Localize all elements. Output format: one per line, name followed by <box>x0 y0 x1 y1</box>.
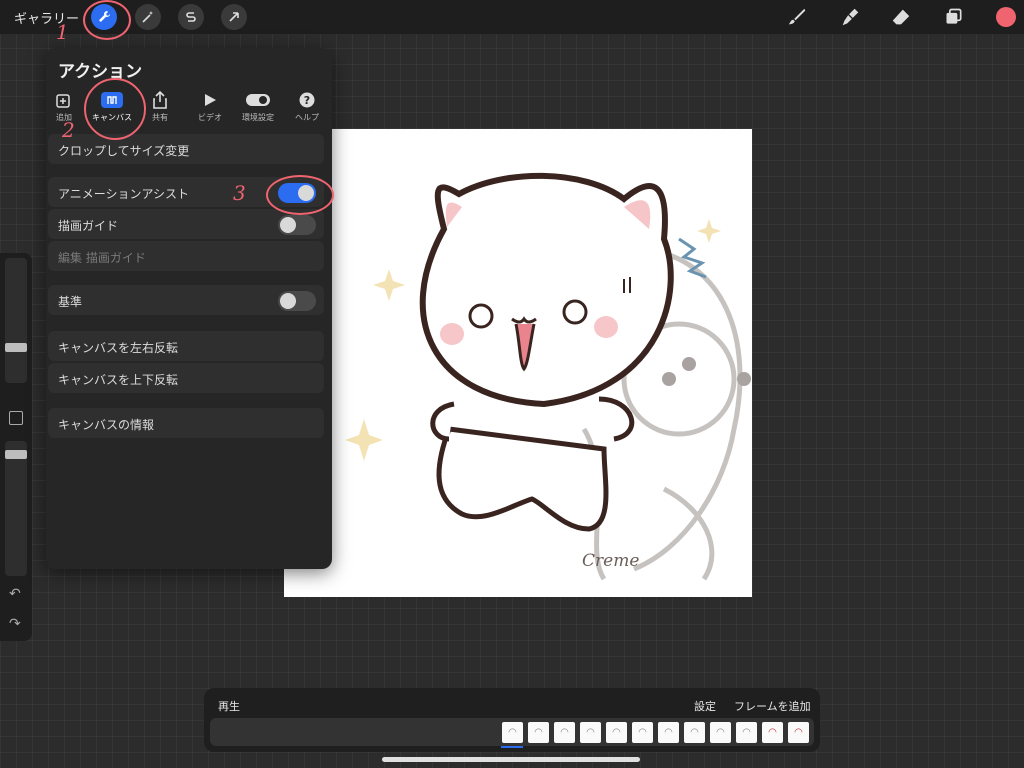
smudge-button[interactable] <box>838 5 862 29</box>
cat-thumbnail-icon: ◠ <box>534 727 543 738</box>
left-sidebar: ↶ ↷ <box>0 253 32 641</box>
crop-resize-row[interactable]: クロップしてサイズ変更 <box>48 134 324 164</box>
artist-signature: Creme <box>582 551 640 571</box>
magic-wand-icon <box>142 11 153 23</box>
brush-icon <box>788 8 806 25</box>
tab-preferences[interactable]: 環境設定 <box>232 90 284 123</box>
drawing-canvas[interactable]: Creme <box>284 129 752 597</box>
add-frame-button[interactable]: フレームを追加 <box>734 698 811 714</box>
frame-thumbnail[interactable]: ◠ <box>658 722 679 743</box>
annotation-circle-3 <box>266 175 334 215</box>
frame-thumbnail[interactable]: ◠ <box>684 722 705 743</box>
adjustments-button[interactable] <box>135 4 161 30</box>
opacity-thumb[interactable] <box>5 450 27 459</box>
cat-thumbnail-icon: ◠ <box>768 727 777 738</box>
tab-video[interactable]: ビデオ <box>184 90 236 123</box>
tab-help[interactable]: ? ヘルプ <box>281 90 333 123</box>
frame-thumbnail[interactable]: ◠ <box>762 722 783 743</box>
cat-thumbnail-icon: ◠ <box>794 727 803 738</box>
panel-title: アクション <box>58 62 143 82</box>
add-icon <box>56 94 70 108</box>
svg-text:?: ? <box>304 94 310 107</box>
frame-thumbnail[interactable]: ◠ <box>502 722 523 743</box>
opacity-slider[interactable] <box>5 441 27 576</box>
canvas-info-row[interactable]: キャンバスの情報 <box>48 408 324 438</box>
cat-thumbnail-icon: ◠ <box>638 727 647 738</box>
animation-timeline: 再生 設定 フレームを追加 ◠ ◠ ◠ ◠ ◠ ◠ ◠ ◠ ◠ ◠ ◠ ◠ <box>204 688 820 752</box>
flip-horizontal-row[interactable]: キャンバスを左右反転 <box>48 331 324 361</box>
modify-button[interactable] <box>9 411 23 425</box>
redo-icon[interactable]: ↷ <box>9 616 21 632</box>
play-button[interactable]: 再生 <box>218 698 240 714</box>
help-icon: ? <box>299 92 315 108</box>
cat-thumbnail-icon: ◠ <box>586 727 595 738</box>
current-frame-indicator <box>501 746 523 748</box>
eraser-icon <box>892 9 910 25</box>
cat-thumbnail-icon: ◠ <box>508 727 517 738</box>
drawing-guide-row: 描画ガイド <box>48 209 324 239</box>
frame-thumbnail[interactable]: ◠ <box>580 722 601 743</box>
frame-thumbnail[interactable]: ◠ <box>554 722 575 743</box>
home-indicator <box>382 757 640 762</box>
toggle-icon <box>246 94 270 106</box>
cat-thumbnail-icon: ◠ <box>664 727 673 738</box>
transform-button[interactable] <box>221 4 247 30</box>
annotation-number-3: 3 <box>233 181 246 205</box>
undo-icon[interactable]: ↶ <box>9 586 21 602</box>
cat-thumbnail-icon: ◠ <box>690 727 699 738</box>
annotation-number-1: 1 <box>56 20 69 44</box>
brush-button[interactable] <box>785 5 809 29</box>
selection-button[interactable] <box>178 4 204 30</box>
cat-illustration <box>345 172 751 581</box>
frame-thumbnail[interactable]: ◠ <box>736 722 757 743</box>
eraser-button[interactable] <box>889 5 913 29</box>
smudge-icon <box>842 8 859 26</box>
flip-vertical-row[interactable]: キャンバスを上下反転 <box>48 363 324 393</box>
play-icon <box>205 94 216 106</box>
layers-icon <box>946 8 962 24</box>
gallery-button[interactable]: ギャラリー <box>14 8 79 27</box>
frame-thumbnail[interactable]: ◠ <box>710 722 731 743</box>
frame-thumbnail[interactable]: ◠ <box>788 722 809 743</box>
layers-button[interactable] <box>942 5 966 29</box>
frame-thumbnail[interactable]: ◠ <box>632 722 653 743</box>
share-icon <box>153 91 167 109</box>
cat-thumbnail-icon: ◠ <box>560 727 569 738</box>
selection-s-icon <box>186 12 196 22</box>
cat-thumbnail-icon: ◠ <box>742 727 751 738</box>
reference-row: 基準 <box>48 285 324 315</box>
reference-toggle[interactable] <box>278 291 316 311</box>
edit-drawing-guide-row[interactable]: 編集 描画ガイド <box>48 241 324 271</box>
color-swatch[interactable] <box>996 7 1016 27</box>
annotation-circle-1 <box>83 0 131 40</box>
annotation-number-2: 2 <box>62 118 75 142</box>
brush-size-thumb[interactable] <box>5 343 27 352</box>
annotation-circle-2 <box>84 78 146 140</box>
drawing-guide-toggle[interactable] <box>278 215 316 235</box>
frame-thumbnail[interactable]: ◠ <box>606 722 627 743</box>
cat-thumbnail-icon: ◠ <box>612 727 621 738</box>
cat-thumbnail-icon: ◠ <box>716 727 725 738</box>
brush-size-slider[interactable] <box>5 258 27 383</box>
top-toolbar: ギャラリー <box>0 0 1024 34</box>
transform-arrow-icon <box>229 12 239 22</box>
timeline-settings-button[interactable]: 設定 <box>694 698 716 714</box>
frame-thumbnail[interactable]: ◠ <box>528 722 549 743</box>
